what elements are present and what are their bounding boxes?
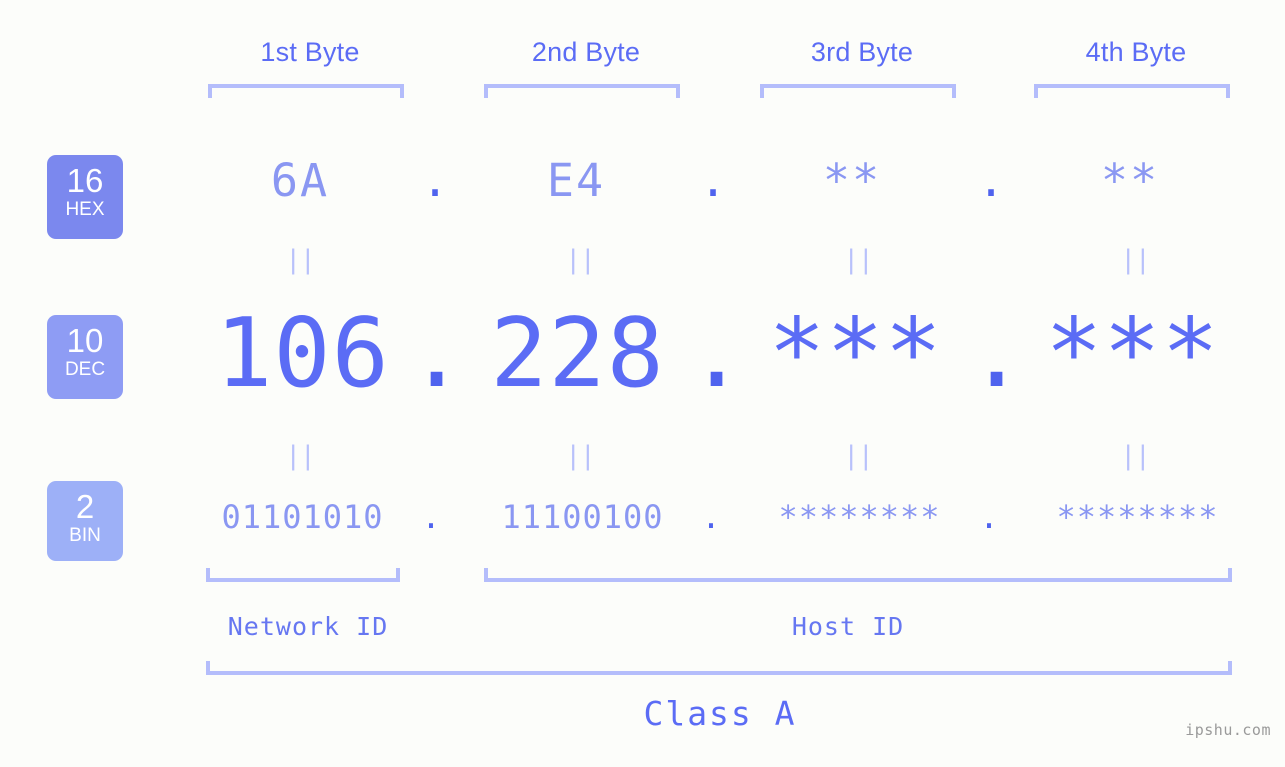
network-id-bracket: [206, 568, 400, 582]
hex-byte-3-value: **: [822, 154, 882, 207]
bin-byte-1-value: 01101010: [221, 498, 384, 536]
bin-dot-1: .: [421, 498, 441, 536]
byte-header-2: 2nd Byte: [531, 37, 641, 67]
equals-mark-hex-dec-1: ||: [285, 245, 315, 275]
hex-value-row: 6A . E4 . ** . **: [0, 150, 1285, 226]
site-watermark: ipshu.com: [1185, 721, 1271, 739]
equals-mark-dec-bin-1: ||: [285, 441, 315, 471]
byte-header-3: 3rd Byte: [810, 37, 914, 67]
equals-mark-hex-dec-2: ||: [565, 245, 595, 275]
dec-dot-3: .: [968, 299, 1026, 409]
hex-byte-2-value: E4: [546, 154, 606, 207]
class-bracket: [206, 661, 1232, 675]
dec-byte-4-value: ***: [1045, 299, 1220, 409]
bin-byte-4-value: ********: [1056, 498, 1219, 536]
byte-bracket-1: [208, 84, 404, 98]
equals-mark-hex-dec-3: ||: [843, 245, 873, 275]
hex-dot-2: .: [699, 154, 727, 207]
hex-dot-1: .: [421, 154, 449, 207]
hex-byte-4-value: **: [1100, 154, 1160, 207]
equals-mark-dec-bin-2: ||: [565, 441, 595, 471]
dec-byte-2-value: 228: [490, 299, 665, 409]
bin-byte-3-value: ********: [778, 498, 941, 536]
hex-byte-1-value: 6A: [270, 154, 330, 207]
bin-byte-2-value: 11100100: [501, 498, 664, 536]
host-id-bracket: [484, 568, 1232, 582]
network-id-label: Network ID: [227, 612, 389, 641]
dec-byte-1-value: 106: [215, 299, 390, 409]
bin-dot-2: .: [701, 498, 721, 536]
host-id-label: Host ID: [791, 612, 905, 641]
dec-dot-1: .: [408, 299, 466, 409]
bin-value-row: 01101010 . 11100100 . ******** . *******…: [0, 487, 1285, 553]
equals-mark-hex-dec-4: ||: [1120, 245, 1150, 275]
equals-mark-dec-bin-3: ||: [843, 441, 873, 471]
class-label: Class A: [643, 694, 797, 733]
equals-mark-dec-bin-4: ||: [1120, 441, 1150, 471]
dec-dot-2: .: [688, 299, 746, 409]
bin-dot-3: .: [979, 498, 999, 536]
byte-header-4: 4th Byte: [1085, 37, 1187, 67]
byte-bracket-2: [484, 84, 680, 98]
byte-header-1: 1st Byte: [260, 37, 360, 67]
hex-dot-3: .: [977, 154, 1005, 207]
byte-bracket-3: [760, 84, 956, 98]
ip-byte-breakdown-diagram: 1st Byte 2nd Byte 3rd Byte 4th Byte 16 H…: [0, 0, 1285, 767]
byte-bracket-4: [1034, 84, 1230, 98]
dec-value-row: 106 . 228 . *** . ***: [0, 295, 1285, 415]
dec-byte-3-value: ***: [768, 299, 943, 409]
